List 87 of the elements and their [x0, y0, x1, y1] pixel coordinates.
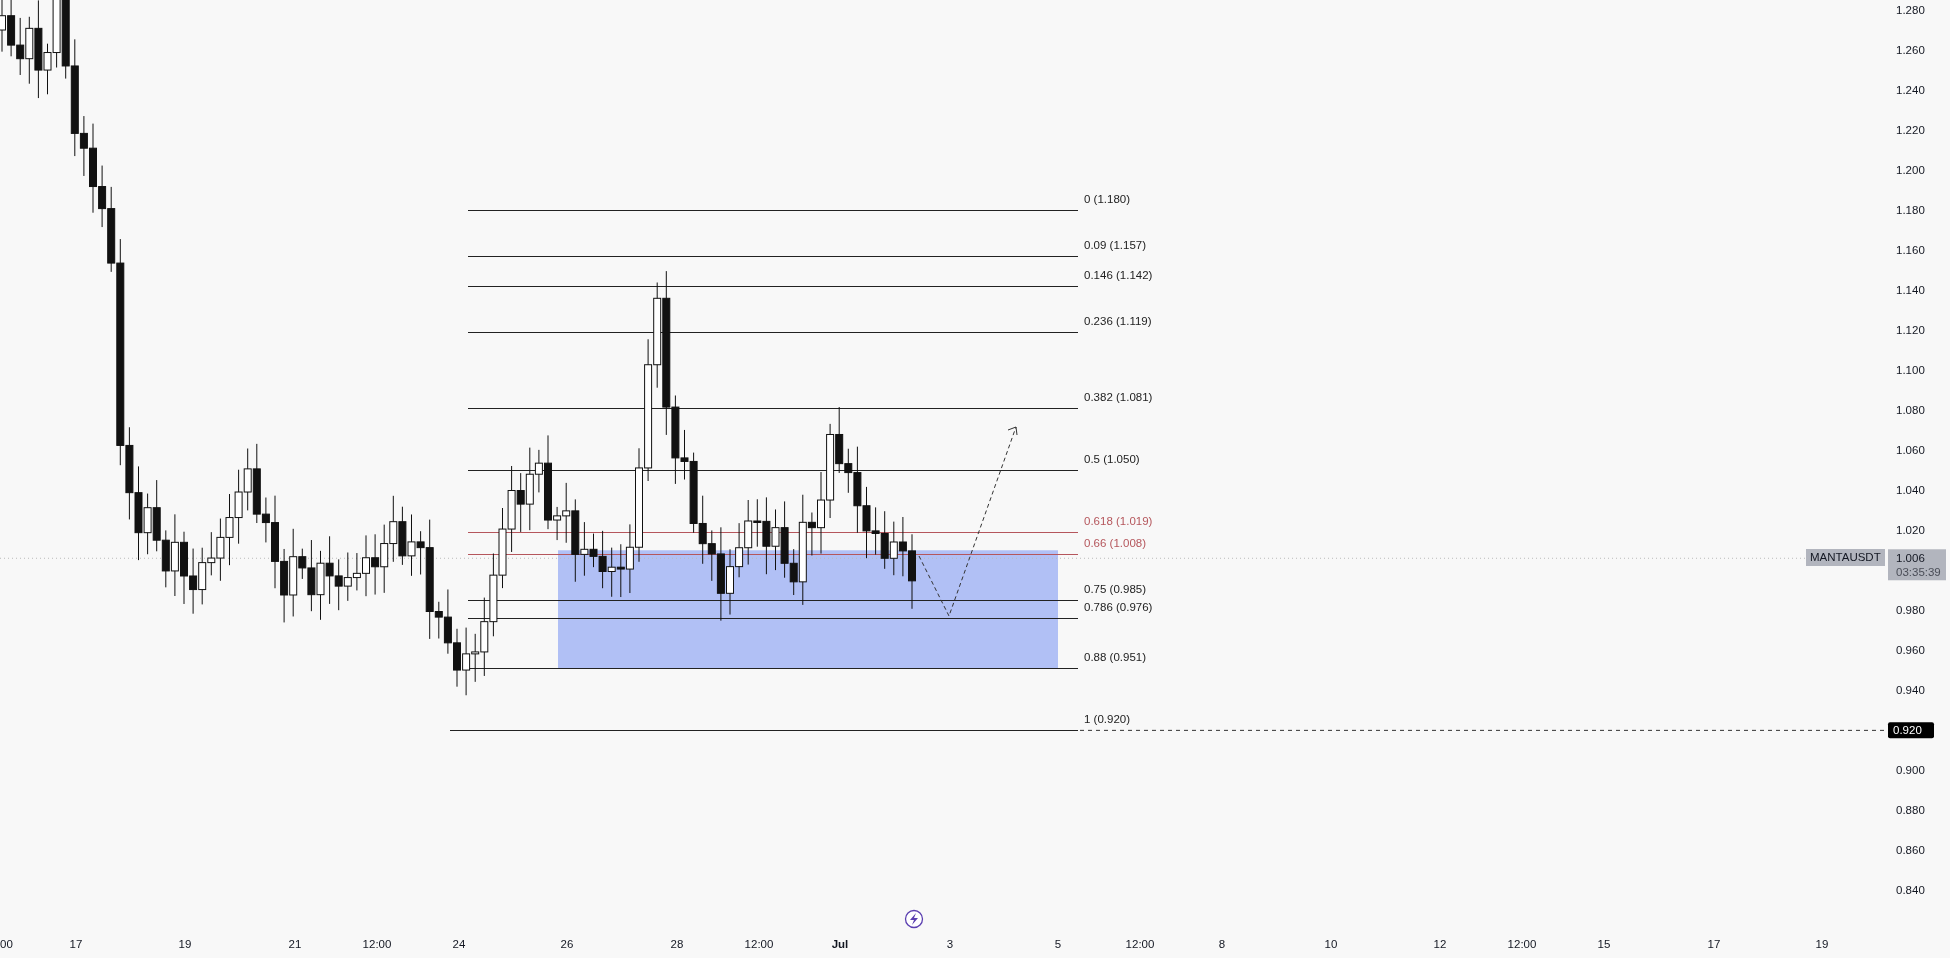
- price-axis-label: 0.880: [1896, 804, 1925, 817]
- price-axis-label: 1.080: [1896, 404, 1925, 417]
- time-axis-label: 12:00: [1125, 938, 1155, 950]
- candlestick: [189, 548, 198, 615]
- fib-level-label: 0.618 (1.019): [1084, 515, 1153, 528]
- fib-level-label: 0 (1.180): [1084, 193, 1131, 206]
- candlestick: [389, 495, 398, 563]
- price-axis-label: 0.840: [1896, 884, 1925, 897]
- price-axis-label: 1.180: [1896, 204, 1925, 217]
- time-axis-label: 10: [1324, 938, 1338, 950]
- time-axis-label: 00: [0, 938, 13, 950]
- candlestick: [898, 516, 907, 577]
- price-axis-label: 1.120: [1896, 324, 1925, 337]
- candlestick: [16, 17, 25, 76]
- lightning-icon[interactable]: [904, 909, 924, 929]
- price-axis-label: 1.280: [1896, 4, 1925, 16]
- low-price-label: 0.920: [1893, 724, 1922, 737]
- candlestick: [398, 506, 407, 566]
- time-axis-label: 8: [1218, 938, 1226, 950]
- time-axis-label: 12:00: [744, 938, 774, 950]
- fib-level-label: 0.236 (1.119): [1084, 315, 1152, 328]
- price-axis-label: 1.100: [1896, 364, 1925, 377]
- candlestick: [735, 522, 744, 578]
- fib-level-label: 0.146 (1.142): [1084, 269, 1153, 282]
- candlestick: [325, 535, 334, 605]
- time-axis-label: 24: [452, 938, 466, 950]
- candlestick: [198, 547, 207, 605]
- fib-level-label: 0.09 (1.157): [1084, 239, 1146, 252]
- candlestick: [744, 499, 753, 566]
- fib-level-label: 0.786 (0.976): [1084, 601, 1153, 614]
- price-axis-label: 0.940: [1896, 684, 1925, 697]
- price-axis-label: 1.040: [1896, 484, 1925, 497]
- candlestick: [462, 627, 471, 696]
- candlestick: [407, 514, 416, 577]
- time-axis-label: 12:00: [362, 938, 392, 950]
- time-axis-label: 5: [1054, 938, 1062, 950]
- price-tag: [1888, 549, 1946, 581]
- candlestick: [207, 531, 216, 576]
- time-axis-label: 28: [670, 938, 684, 950]
- fib-level-label: 0.88 (0.951): [1084, 651, 1146, 664]
- time-axis-label: 21: [288, 938, 302, 950]
- candlestick: [889, 521, 898, 576]
- candlestick: [380, 524, 389, 594]
- time-axis-label: 15: [1597, 938, 1611, 950]
- time-axis-label: 3: [946, 938, 954, 950]
- candlestick: [607, 547, 616, 598]
- price-axis-label: 1.260: [1896, 44, 1925, 56]
- fib-level-label: 0.66 (1.008): [1084, 537, 1146, 550]
- price-axis-label: 0.860: [1896, 844, 1925, 857]
- price-axis-label: 1.020: [1896, 524, 1925, 537]
- low-price-tag: [1888, 722, 1934, 739]
- price-axis-label: 1.140: [1896, 284, 1925, 297]
- time-axis-label: 12:00: [1507, 938, 1537, 950]
- candlestick: [52, 0, 61, 68]
- candlestick: [880, 510, 889, 570]
- price-axis-label: 1.220: [1896, 124, 1925, 137]
- fib-level-label: 0.5 (1.050): [1084, 453, 1140, 466]
- price-axis-label: 1.060: [1896, 444, 1925, 457]
- fib-level-label: 1 (0.920): [1084, 713, 1131, 726]
- price-axis-label: 0.900: [1896, 764, 1925, 777]
- price-axis-label: 0.980: [1896, 604, 1925, 617]
- countdown-label: 03:35:39: [1896, 566, 1941, 579]
- time-axis-label: Jul: [831, 938, 849, 950]
- time-axis-label: 26: [560, 938, 574, 950]
- last-price-label: 1.006: [1896, 552, 1925, 565]
- candlestick: [316, 550, 325, 621]
- symbol-tag: MANTAUSDT: [1806, 549, 1885, 567]
- time-axis-label: 17: [69, 938, 83, 950]
- candlestick: [216, 518, 225, 582]
- time-axis-label: 12: [1433, 938, 1447, 950]
- time-axis-label: 19: [1815, 938, 1829, 950]
- candlestick: [334, 558, 343, 611]
- time-axis-label: 17: [1707, 938, 1721, 950]
- candlestick: [771, 508, 780, 571]
- candlestick: [698, 495, 707, 565]
- candlestick: [161, 529, 170, 588]
- candlestick: [243, 448, 252, 511]
- price-axis-label: 0.960: [1896, 644, 1925, 657]
- fib-level-label: 0.75 (0.985): [1084, 583, 1146, 596]
- price-axis-label: 1.240: [1896, 84, 1925, 97]
- candlestick: [616, 543, 625, 598]
- time-axis-label: 19: [178, 938, 192, 950]
- price-axis-label: 1.160: [1896, 244, 1925, 257]
- candlestick: [371, 533, 380, 596]
- fib-level-label: 0.382 (1.081): [1084, 391, 1153, 404]
- price-axis-label: 1.200: [1896, 164, 1925, 177]
- candlestick: [343, 552, 352, 602]
